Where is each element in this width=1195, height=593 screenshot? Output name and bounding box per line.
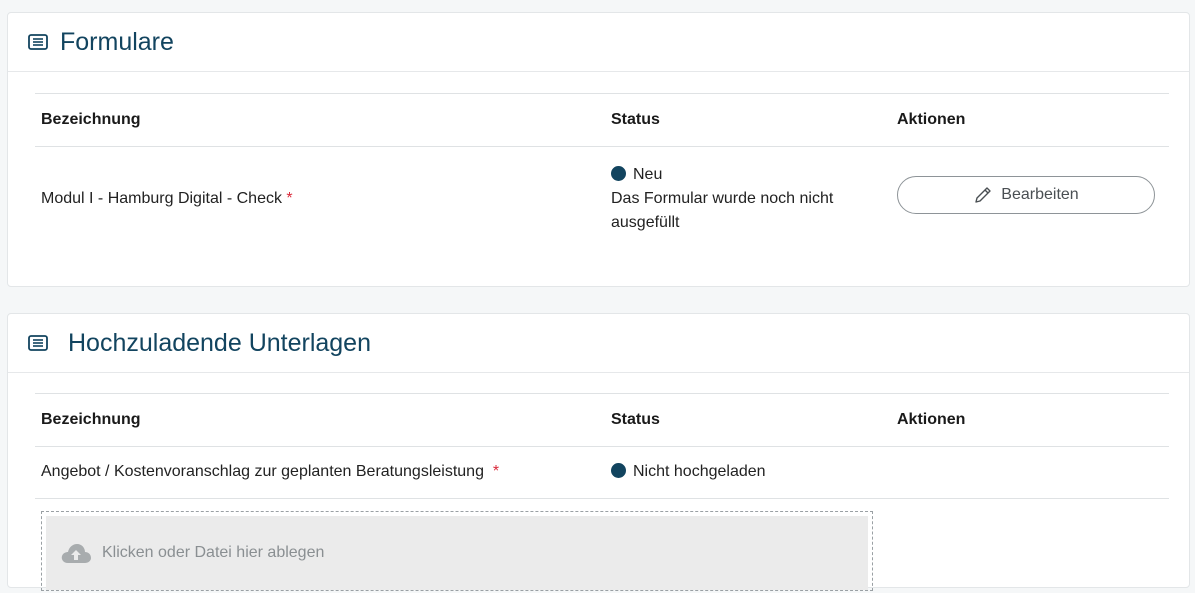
- cloud-upload-icon: [61, 544, 91, 563]
- required-marker: *: [492, 463, 500, 480]
- required-marker: *: [286, 190, 293, 207]
- uploads-table-header-row: Bezeichnung Status Aktionen: [35, 393, 1169, 447]
- document-status-cell: Nicht hochgeladen: [611, 463, 766, 481]
- form-name-cell: Modul I - Hamburg Digital - Check *: [41, 190, 293, 208]
- status-description-line1: Das Formular wurde noch nicht: [611, 190, 834, 207]
- forms-title: Formulare: [60, 27, 174, 56]
- forms-card-header: Formulare: [8, 13, 1189, 72]
- column-header-status: Status: [611, 411, 660, 428]
- status-badge: Neu: [633, 166, 663, 183]
- list-icon: [28, 34, 48, 50]
- document-name-cell: Angebot / Kostenvoranschlag zur geplante…: [41, 463, 499, 481]
- column-header-status: Status: [611, 111, 660, 128]
- uploads-title: Hochzuladende Unterlagen: [68, 328, 371, 357]
- status-dot-icon: [611, 166, 626, 181]
- column-header-actions: Aktionen: [897, 411, 966, 428]
- document-name: Angebot / Kostenvoranschlag zur geplante…: [41, 463, 484, 480]
- uploads-card-header: Hochzuladende Unterlagen: [8, 314, 1189, 373]
- column-header-actions: Aktionen: [897, 111, 966, 128]
- dropzone-label: Klicken oder Datei hier ablegen: [102, 544, 325, 561]
- uploads-table: Bezeichnung Status Aktionen Angebot / Ko…: [35, 393, 1169, 593]
- column-header-name: Bezeichnung: [41, 111, 141, 128]
- status-dot-icon: [611, 463, 626, 478]
- file-dropzone[interactable]: Klicken oder Datei hier ablegen: [41, 511, 873, 591]
- table-row: Angebot / Kostenvoranschlag zur geplante…: [35, 445, 1169, 499]
- column-header-name: Bezeichnung: [41, 411, 141, 428]
- forms-table-header-row: Bezeichnung Status Aktionen: [35, 93, 1169, 147]
- pencil-icon: [975, 187, 991, 203]
- form-status-cell: Neu Das Formular wurde noch nicht ausgef…: [611, 163, 833, 235]
- list-icon: [28, 335, 48, 351]
- uploads-card: Hochzuladende Unterlagen Bezeichnung Sta…: [7, 313, 1190, 591]
- dropzone-area[interactable]: Klicken oder Datei hier ablegen: [46, 516, 868, 590]
- edit-button-label: Bearbeiten: [1001, 186, 1079, 203]
- status-badge: Nicht hochgeladen: [633, 463, 766, 480]
- forms-card: Formulare Bezeichnung Status Aktionen Mo…: [7, 12, 1190, 287]
- forms-table: Bezeichnung Status Aktionen Modul I - Ha…: [35, 93, 1169, 273]
- form-name: Modul I - Hamburg Digital - Check: [41, 190, 282, 207]
- edit-button[interactable]: Bearbeiten: [897, 176, 1155, 214]
- status-description-line2: ausgefüllt: [611, 214, 680, 231]
- table-row: Modul I - Hamburg Digital - Check * Neu …: [35, 145, 1169, 255]
